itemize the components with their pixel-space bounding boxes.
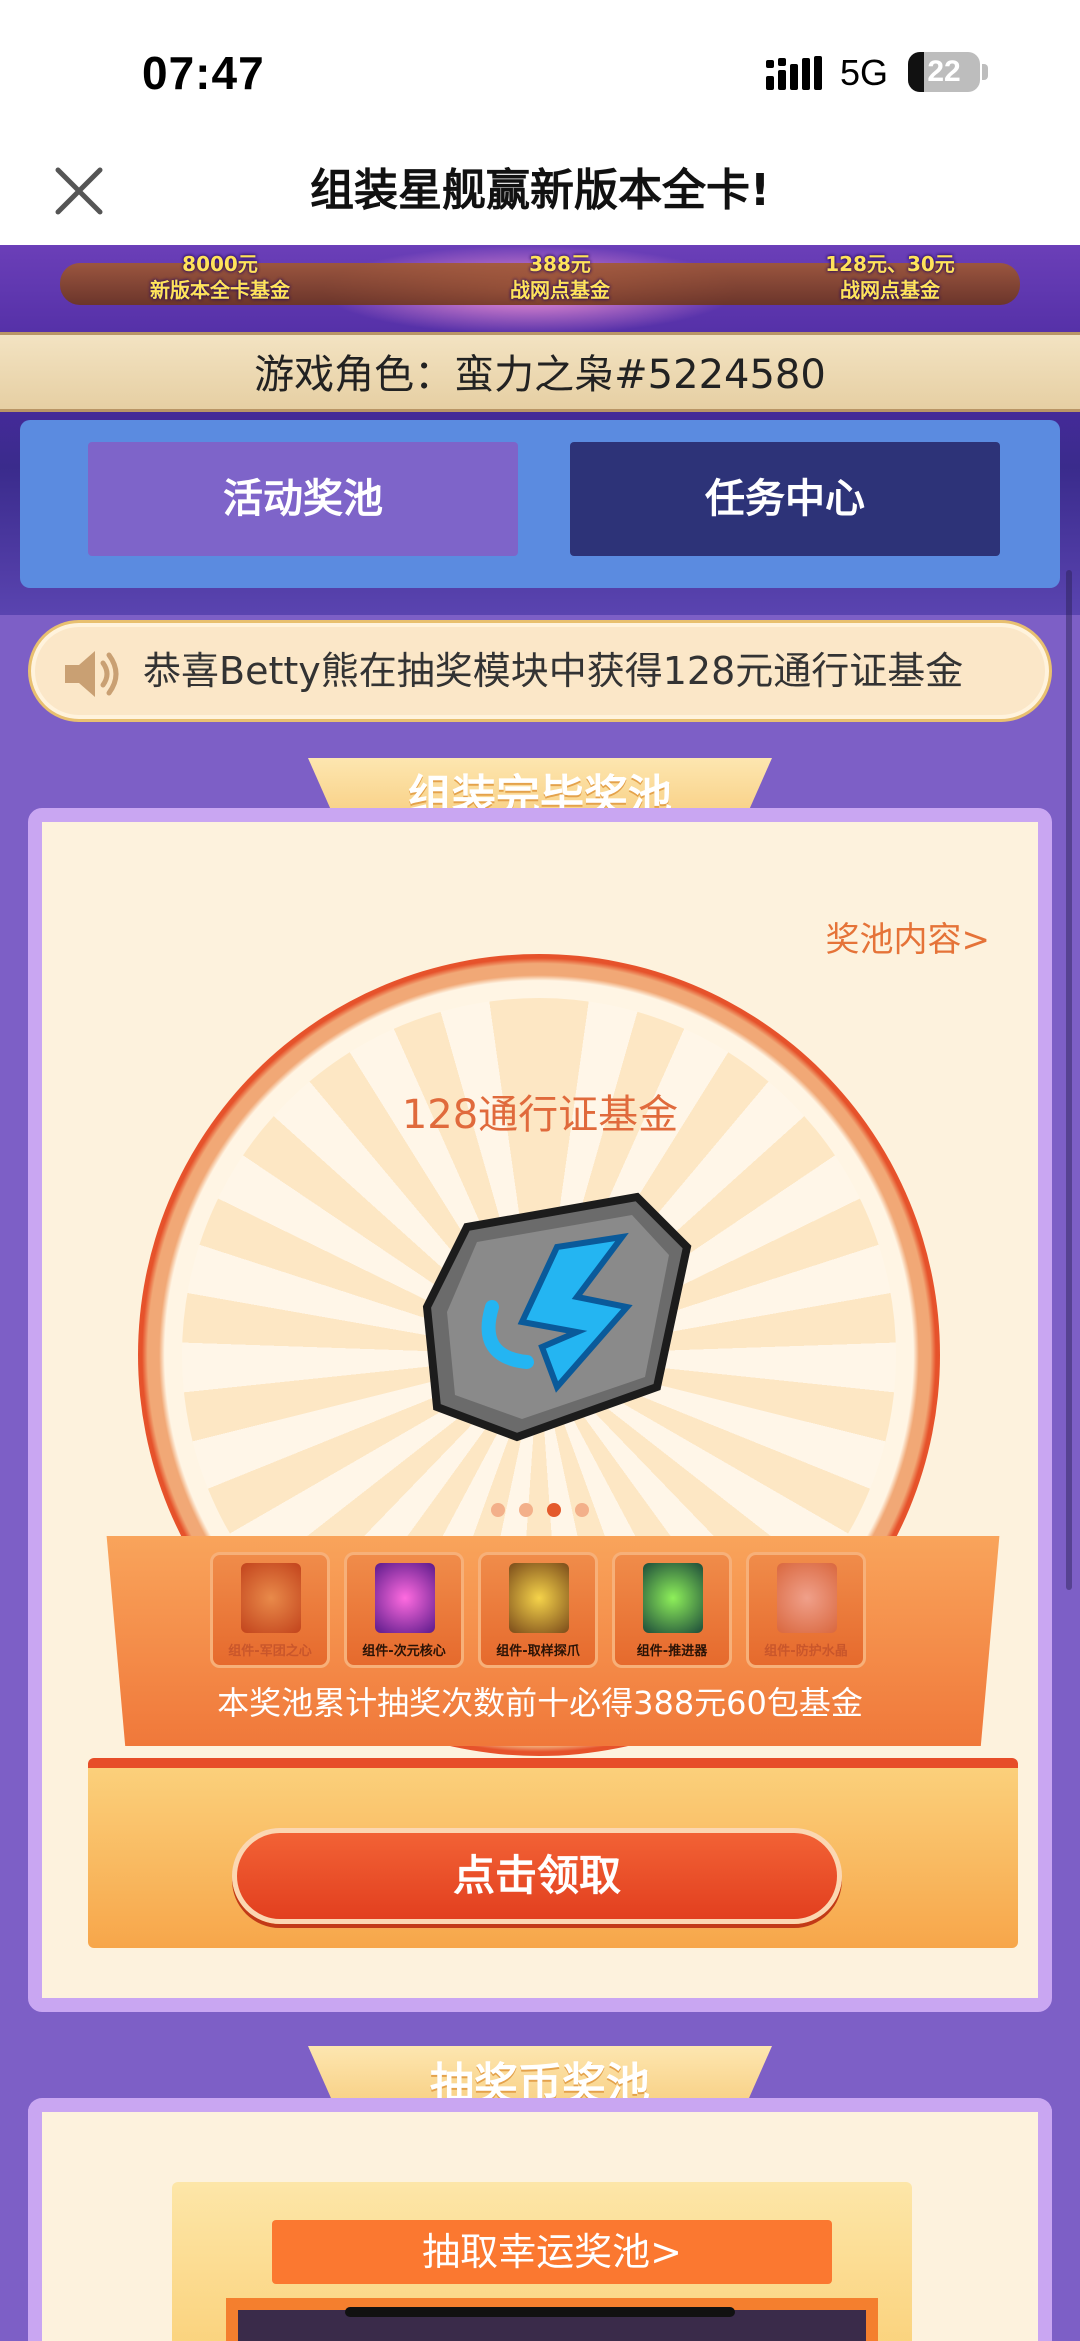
component-label: 组件-推进器 — [636, 1644, 708, 1659]
fund-label-1: 8000元 新版本全卡基金 — [120, 251, 320, 303]
speaker-icon — [65, 651, 119, 697]
claim-button[interactable]: 点击领取 — [232, 1828, 842, 1924]
signal-icon — [766, 56, 822, 90]
component-card[interactable]: 组件-军团之心 — [210, 1552, 330, 1668]
carousel-dot[interactable] — [491, 1503, 505, 1517]
lucky-pool-frame — [226, 2298, 878, 2341]
component-card[interactable]: 组件-防护水晶 — [746, 1552, 866, 1668]
tab-activity-pool[interactable]: 活动奖池 — [88, 442, 518, 556]
carousel-dot[interactable] — [519, 1503, 533, 1517]
fund-desc: 新版本全卡基金 — [150, 278, 290, 302]
pool-note: 本奖池累计抽奖次数前十必得388元60包基金 — [217, 1684, 863, 1722]
notice-text: 恭喜Betty熊在抽奖模块中获得128元通行证基金 — [143, 649, 964, 693]
fund-label-2: 388元 战网点基金 — [470, 251, 650, 303]
prize-title: 128通行证基金 — [401, 1092, 679, 1138]
assembly-pool-panel: 奖池内容> 128通行证基金 组件-军团之心 组件-次元核心 组件-取样探爪 组… — [28, 808, 1052, 2012]
legion-heart-icon — [241, 1563, 301, 1633]
component-card[interactable]: 组件-推进器 — [612, 1552, 732, 1668]
sampler-claw-icon — [509, 1563, 569, 1633]
status-time: 07:47 — [142, 47, 265, 99]
battery-tip — [982, 64, 988, 80]
component-label: 组件-军团之心 — [228, 1644, 312, 1659]
claim-button-label: 点击领取 — [452, 1851, 621, 1900]
lucky-pool-label: 抽取幸运奖池> — [422, 2230, 682, 2274]
hero-banner: 8000元 新版本全卡基金 388元 战网点基金 128元、30元 战网点基金 … — [0, 245, 1080, 615]
status-bar: 07:47 5G 22 — [0, 0, 1080, 140]
fund-amount: 128元、30元 — [825, 252, 955, 276]
carousel-dot-active[interactable] — [547, 1503, 561, 1517]
dimension-core-icon — [375, 1563, 435, 1633]
home-indicator[interactable] — [345, 2307, 735, 2317]
component-label: 组件-防护水晶 — [764, 1644, 848, 1659]
winner-notice: 恭喜Betty熊在抽奖模块中获得128元通行证基金 — [28, 620, 1052, 722]
fund-amount: 8000元 — [182, 252, 258, 276]
shield-crystal-icon — [777, 1563, 837, 1633]
fund-amount: 388元 — [529, 252, 591, 276]
fund-desc: 战网点基金 — [840, 278, 940, 302]
page-title: 组装星舰赢新版本全卡! — [309, 165, 771, 216]
component-card[interactable]: 组件-次元核心 — [344, 1552, 464, 1668]
lucky-pool-button[interactable]: 抽取幸运奖池> — [272, 2220, 832, 2284]
lottery-pool-panel: 抽取幸运奖池> — [28, 2098, 1052, 2341]
nav-bar: 组装星舰赢新版本全卡! — [0, 140, 1080, 245]
component-label: 组件-次元核心 — [362, 1644, 446, 1659]
fund-desc: 战网点基金 — [510, 278, 610, 302]
fund-label-3: 128元、30元 战网点基金 — [790, 251, 990, 303]
tab-bar: 活动奖池 任务中心 — [20, 420, 1060, 588]
game-role: 游戏角色：蛮力之枭#5224580 — [254, 352, 826, 398]
scrollbar[interactable] — [1066, 570, 1072, 1590]
component-label: 组件-取样探爪 — [496, 1644, 580, 1659]
close-icon[interactable] — [48, 160, 110, 222]
role-banner: 游戏角色：蛮力之枭#5224580 — [0, 332, 1080, 412]
component-card[interactable]: 组件-取样探爪 — [478, 1552, 598, 1668]
carousel-dot[interactable] — [575, 1503, 589, 1517]
battery-percent: 22 — [927, 55, 961, 88]
pool-content-link[interactable]: 奖池内容> — [826, 912, 991, 961]
network-type: 5G — [840, 52, 889, 93]
thruster-icon — [643, 1563, 703, 1633]
battery-icon: 22 — [908, 52, 980, 92]
tab-task-center[interactable]: 任务中心 — [570, 442, 1000, 556]
carousel-dots — [42, 1502, 1038, 1521]
rune-stone-icon — [422, 1192, 692, 1442]
